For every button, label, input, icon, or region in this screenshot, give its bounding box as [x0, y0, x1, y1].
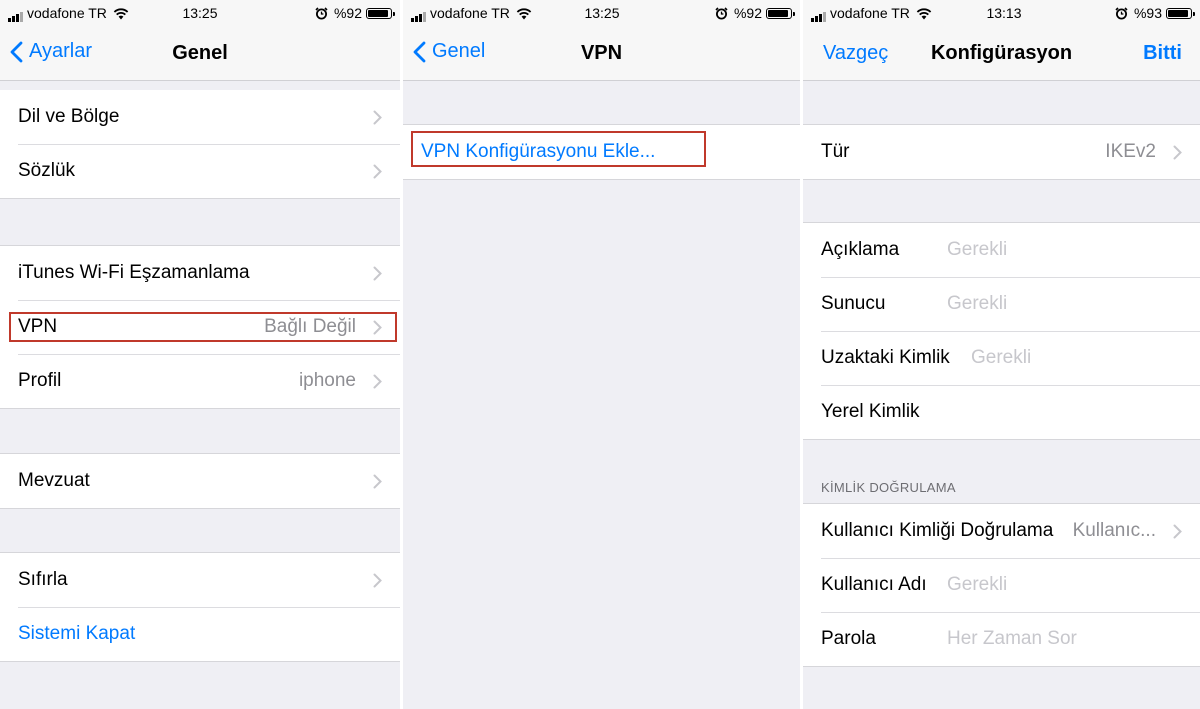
wifi-icon — [516, 7, 532, 23]
remote-id-input[interactable]: Gerekli — [971, 347, 1031, 369]
remote-id-row[interactable]: Uzaktaki Kimlik Gerekli — [803, 331, 1200, 385]
list-item-profile[interactable]: Profil iphone — [0, 354, 400, 408]
vpn-type-value: IKEv2 — [1105, 141, 1156, 162]
chevron-right-icon — [1173, 524, 1182, 539]
server-settings-group: Açıklama Gerekli Sunucu Gerekli Uzaktaki… — [803, 222, 1200, 440]
alarm-icon — [315, 7, 328, 23]
battery-percent: %92 — [333, 5, 362, 21]
password-input[interactable]: Her Zaman Sor — [947, 628, 1077, 650]
password-row[interactable]: Parola Her Zaman Sor — [803, 612, 1200, 666]
battery-icon — [766, 8, 795, 19]
carrier-name: vodafone TR — [27, 5, 107, 21]
profile-value: iphone — [298, 370, 356, 391]
chevron-right-icon — [373, 164, 382, 179]
list-item-legal[interactable]: Mevzuat — [0, 454, 400, 508]
wifi-icon — [916, 7, 932, 23]
vpn-highlight-box — [9, 312, 397, 342]
username-row[interactable]: Kullanıcı Adı Gerekli — [803, 558, 1200, 612]
chevron-right-icon — [373, 374, 382, 389]
battery-percent: %92 — [733, 5, 762, 21]
server-row[interactable]: Sunucu Gerekli — [803, 277, 1200, 331]
signal-icon — [411, 6, 427, 22]
battery-icon — [1166, 8, 1195, 19]
chevron-right-icon — [373, 110, 382, 125]
settings-group-reset: Sıfırla Sistemi Kapat — [0, 552, 400, 662]
configuration-screen: vodafone TR 13:13 %93 Vazgeç Konfigürasy… — [803, 0, 1200, 709]
authentication-section-header: KİMLİK DOĞRULAMA — [821, 480, 956, 495]
page-title: Genel — [172, 42, 228, 64]
chevron-right-icon — [373, 573, 382, 588]
carrier-name: vodafone TR — [830, 5, 910, 21]
settings-group-legal: Mevzuat — [0, 453, 400, 509]
battery-percent: %93 — [1133, 5, 1162, 21]
auth-method-row[interactable]: Kullanıcı Kimliği Doğrulama Kullanıc... — [803, 504, 1200, 558]
vpn-type-group: Tür IKEv2 — [803, 124, 1200, 180]
status-bar: vodafone TR 13:25 %92 — [403, 0, 800, 28]
alarm-icon — [1115, 7, 1128, 23]
alarm-icon — [715, 7, 728, 23]
local-id-row[interactable]: Yerel Kimlik — [803, 385, 1200, 439]
status-bar: vodafone TR 13:25 %92 — [0, 0, 400, 28]
chevron-right-icon — [373, 266, 382, 281]
authentication-group: Kullanıcı Kimliği Doğrulama Kullanıc... … — [803, 503, 1200, 667]
wifi-icon — [113, 7, 129, 23]
navigation-bar: Vazgeç Konfigürasyon Bitti — [803, 28, 1200, 81]
username-input[interactable]: Gerekli — [947, 574, 1007, 596]
clock: 13:25 — [584, 5, 620, 21]
vpn-type-row[interactable]: Tür IKEv2 — [803, 125, 1200, 179]
server-input[interactable]: Gerekli — [947, 293, 1007, 315]
list-item-dictionary[interactable]: Sözlük — [0, 144, 400, 198]
settings-group-language: Dil ve Bölge Sözlük — [0, 90, 400, 199]
carrier-name: vodafone TR — [430, 5, 510, 21]
page-title: VPN — [580, 42, 623, 64]
page-title: Konfigürasyon — [930, 42, 1073, 64]
status-bar: vodafone TR 13:13 %93 — [803, 0, 1200, 28]
vpn-screen: vodafone TR 13:25 %92 Genel VPN VPN Konf… — [403, 0, 800, 709]
general-settings-screen: vodafone TR 13:25 %92 Ayarlar Genel Dil … — [0, 0, 400, 709]
clock: 13:25 — [182, 5, 218, 21]
description-row[interactable]: Açıklama Gerekli — [803, 223, 1200, 277]
signal-icon — [8, 6, 24, 22]
signal-icon — [811, 6, 827, 22]
description-input[interactable]: Gerekli — [947, 239, 1007, 261]
navigation-bar: Ayarlar Genel — [0, 28, 400, 81]
navigation-bar: Genel VPN — [403, 28, 800, 81]
chevron-right-icon — [373, 474, 382, 489]
auth-method-value: Kullanıc... — [1072, 520, 1156, 541]
clock: 13:13 — [986, 5, 1022, 21]
list-item-language-region[interactable]: Dil ve Bölge — [0, 90, 400, 144]
chevron-right-icon — [1173, 145, 1182, 160]
list-item-itunes-wifi-sync[interactable]: iTunes Wi-Fi Eşzamanlama — [0, 246, 400, 300]
add-config-highlight-box — [411, 131, 706, 167]
done-button[interactable]: Bitti — [1143, 42, 1182, 65]
shut-down-button[interactable]: Sistemi Kapat — [0, 607, 400, 661]
battery-icon — [366, 8, 395, 19]
list-item-reset[interactable]: Sıfırla — [0, 553, 400, 607]
